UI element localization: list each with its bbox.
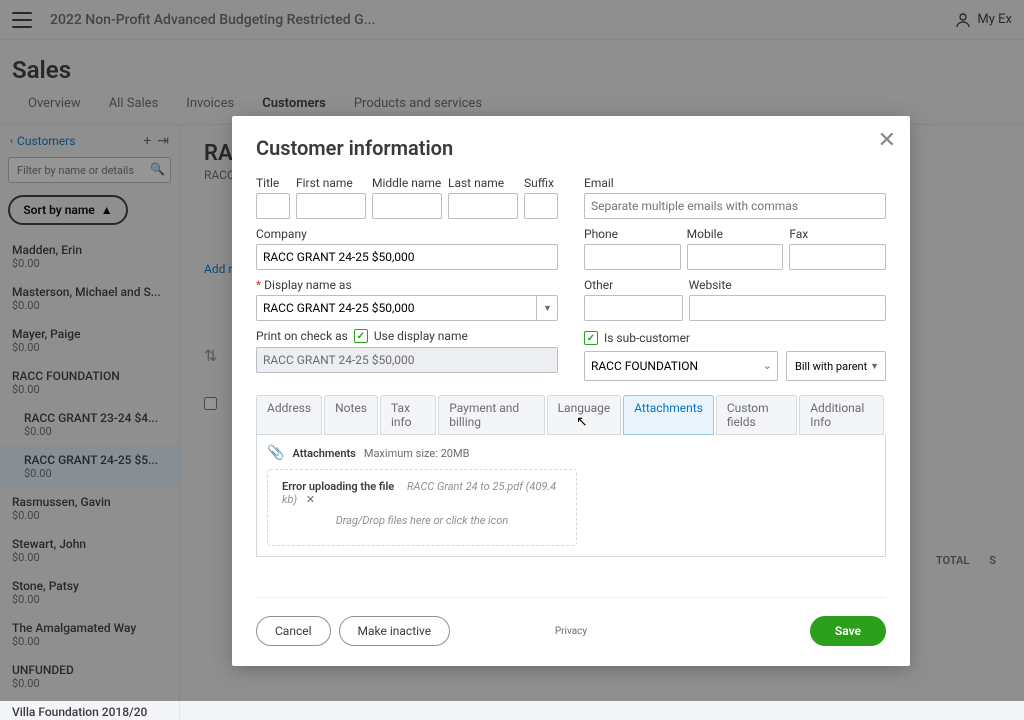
- close-icon[interactable]: ✕: [878, 128, 896, 153]
- tab-custom-fields[interactable]: Custom fields: [716, 395, 797, 435]
- tab-address[interactable]: Address: [256, 395, 322, 435]
- phone-input[interactable]: [584, 244, 681, 270]
- customer-list-item[interactable]: Villa Foundation 2018/20$15,000.00: [0, 698, 179, 720]
- tab-additional-info[interactable]: Additional Info: [799, 395, 884, 435]
- suffix-input[interactable]: [524, 193, 558, 219]
- parent-customer-select[interactable]: [584, 351, 778, 381]
- email-input[interactable]: [584, 193, 886, 219]
- drop-hint: Drag/Drop files here or click the icon: [282, 514, 562, 527]
- other-input[interactable]: [584, 295, 683, 321]
- save-button[interactable]: Save: [810, 616, 886, 646]
- attachment-drop-zone[interactable]: Error uploading the file RACC Grant 24 t…: [267, 469, 577, 546]
- print-on-check-input: [256, 347, 558, 373]
- middle-name-input[interactable]: [372, 193, 442, 219]
- chevron-down-icon: ▼: [870, 361, 879, 372]
- customer-info-modal: Customer information ✕ Title First name …: [232, 116, 910, 666]
- modal-title: Customer information: [256, 136, 886, 160]
- tab-tax-info[interactable]: Tax info: [380, 395, 436, 435]
- display-name-select[interactable]: [256, 295, 558, 321]
- tab-language[interactable]: Language: [547, 395, 622, 435]
- tab-notes[interactable]: Notes: [324, 395, 378, 435]
- company-input[interactable]: [256, 244, 558, 270]
- first-name-input[interactable]: [296, 193, 366, 219]
- privacy-link[interactable]: Privacy: [555, 626, 587, 637]
- is-sub-customer-checkbox[interactable]: ✓: [584, 331, 598, 345]
- last-name-input[interactable]: [448, 193, 518, 219]
- paperclip-icon[interactable]: 📎: [267, 445, 284, 461]
- make-inactive-button[interactable]: Make inactive: [339, 616, 451, 646]
- use-display-checkbox[interactable]: ✓: [354, 329, 368, 343]
- bill-with-select[interactable]: Bill with parent ▼: [786, 351, 886, 381]
- tab-payment-and-billing[interactable]: Payment and billing: [438, 395, 544, 435]
- remove-attachment-icon[interactable]: ✕: [306, 493, 315, 506]
- mobile-input[interactable]: [687, 244, 784, 270]
- chevron-down-icon[interactable]: ⌄: [763, 359, 772, 372]
- upload-error-text: Error uploading the file: [282, 480, 394, 493]
- cancel-button[interactable]: Cancel: [256, 616, 331, 646]
- fax-input[interactable]: [789, 244, 886, 270]
- website-input[interactable]: [689, 295, 886, 321]
- title-input[interactable]: [256, 193, 290, 219]
- tab-attachments[interactable]: Attachments: [623, 395, 714, 435]
- chevron-down-icon[interactable]: ▼: [536, 295, 558, 321]
